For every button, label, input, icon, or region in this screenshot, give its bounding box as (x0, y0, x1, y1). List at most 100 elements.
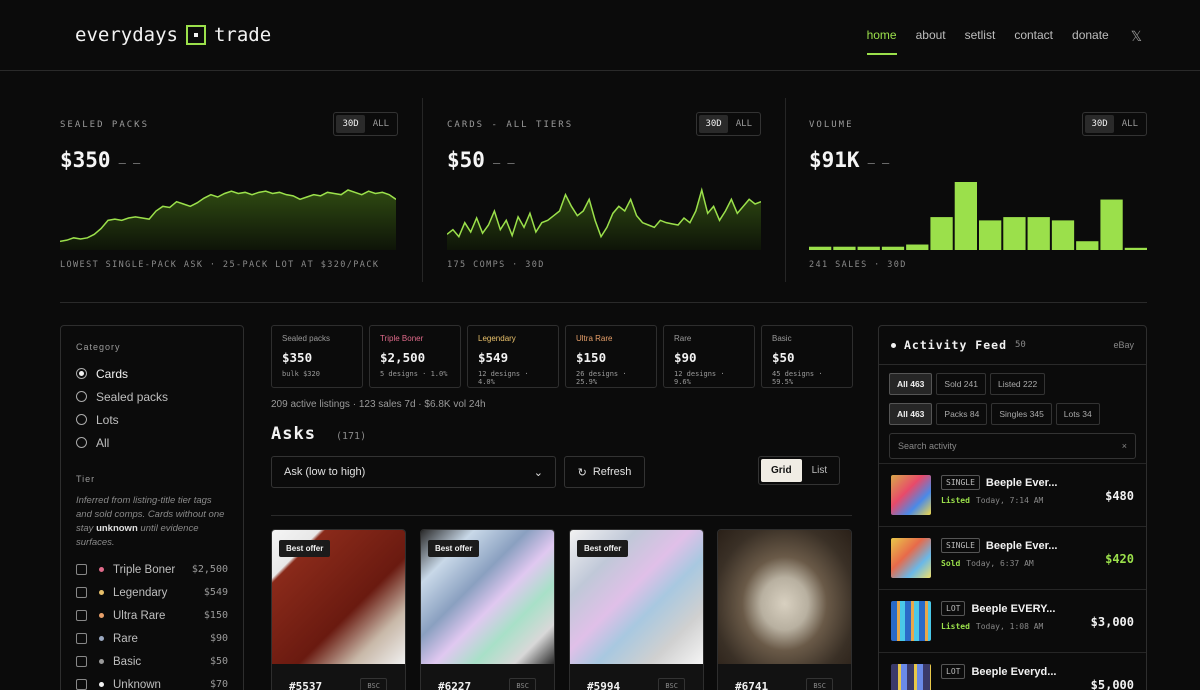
asks-count: (171) (336, 431, 367, 442)
tier-filter-row[interactable]: Triple Boner $2,500 (76, 558, 228, 581)
tier-price: $150 (203, 610, 228, 621)
feed-thumbnail (891, 538, 931, 578)
sort-select[interactable]: Ask (low to high) ⌄ (271, 456, 556, 488)
volume-bar (1003, 217, 1026, 250)
checkbox[interactable] (76, 656, 87, 667)
tier-card-value: $549 (478, 350, 509, 365)
tier-card[interactable]: Basic $50 45 designs · 59.5% (761, 325, 853, 388)
status-filter-chips: All 463 Sold 241 Listed 222 (879, 373, 1146, 395)
chip-all-types[interactable]: All 463 (889, 403, 933, 425)
range-all[interactable]: ALL (730, 115, 758, 133)
feed-item-type: SINGLE (941, 538, 980, 553)
volume-bar-chart (809, 182, 1147, 250)
search-placeholder: Search activity (898, 441, 957, 451)
tier-card[interactable]: Triple Boner $2,500 5 designs · 1.0% (369, 325, 461, 388)
range-all[interactable]: ALL (367, 115, 395, 133)
stat-footnote: 175 COMPS · 30D (447, 260, 545, 270)
nav-setlist[interactable]: setlist (965, 28, 996, 45)
card-number: #6741 (735, 680, 769, 690)
chip-sold[interactable]: Sold 241 (936, 373, 986, 395)
x-twitter-icon[interactable]: 𝕏 (1131, 28, 1142, 45)
tier-card[interactable]: Legendary $549 12 designs · 4.0% (467, 325, 559, 388)
clear-icon[interactable]: × (1122, 441, 1127, 451)
tier-filter-row[interactable]: Unknown $70 (76, 673, 228, 690)
feed-item-text: SINGLE Beeple Ever... Sold Today, 6:37 AM (941, 538, 1057, 579)
top-header: everydays trade home about setlist conta… (0, 0, 1200, 71)
view-grid[interactable]: Grid (761, 459, 802, 482)
feed-source[interactable]: eBay (1113, 340, 1134, 350)
tier-card[interactable]: Ultra Rare $150 26 designs · 25.9% (565, 325, 657, 388)
tier-filter-row[interactable]: Legendary $549 (76, 581, 228, 604)
range-all[interactable]: ALL (1116, 115, 1144, 133)
card-tag: BSC (509, 678, 536, 690)
view-list[interactable]: List (802, 459, 838, 482)
feed-item-time: Today, 7:14 AM (975, 496, 1044, 505)
chip-lots[interactable]: Lots 34 (1055, 403, 1100, 425)
refresh-button[interactable]: ↻ Refresh (564, 456, 645, 488)
tier-color-dot (99, 590, 104, 595)
logo-box-icon (185, 25, 206, 45)
tier-filter-row[interactable]: Ultra Rare $150 (76, 604, 228, 627)
checkbox[interactable] (76, 679, 87, 690)
chip-all[interactable]: All 463 (889, 373, 933, 395)
feed-item[interactable]: LOT Beeple EVERY... Listed Today, 1:08 AM … (879, 589, 1146, 653)
best-offer-badge: Best offer (279, 540, 331, 557)
tier-card-value: $350 (282, 350, 313, 365)
volume-bar (1100, 199, 1123, 250)
tier-card-sub: 26 designs · 25.9% (576, 370, 627, 386)
filter-sidebar: Category Cards Sealed packs Lots All Tie… (60, 325, 244, 690)
nav-about[interactable]: about (916, 28, 946, 45)
feed-item[interactable]: LOT Beeple Everyd... $5,000 (879, 652, 1146, 690)
category-all[interactable]: All (76, 431, 228, 454)
tier-filter-row[interactable]: Basic $50 (76, 650, 228, 673)
checkbox[interactable] (76, 610, 87, 621)
checkbox[interactable] (76, 587, 87, 598)
checkbox[interactable] (76, 564, 87, 575)
tier-card-value: $90 (674, 350, 697, 365)
listing-card[interactable]: #6741 BSC (717, 529, 852, 690)
listing-card[interactable]: Best offer #5994 BSC (569, 529, 704, 690)
tier-card-sub: 5 designs · 1.0% (380, 370, 448, 378)
nav-contact[interactable]: contact (1014, 28, 1053, 45)
stat-title: CARDS - ALL TIERS (447, 120, 574, 130)
feed-item[interactable]: SINGLE Beeple Ever... Listed Today, 7:14 A… (879, 463, 1146, 527)
stat-value-text: $91K (809, 148, 860, 172)
main-nav: home about setlist contact donate 𝕏 (866, 28, 1142, 55)
chip-listed[interactable]: Listed 222 (989, 373, 1046, 395)
chip-packs[interactable]: Packs 84 (936, 403, 988, 425)
nav-donate[interactable]: donate (1072, 28, 1109, 45)
volume-bar (833, 246, 856, 250)
nav-home[interactable]: home (866, 28, 897, 55)
range-30d[interactable]: 30D (699, 115, 728, 133)
tier-card[interactable]: Rare $90 12 designs · 9.6% (663, 325, 755, 388)
range-30d[interactable]: 30D (336, 115, 365, 133)
tier-name: Basic (113, 655, 142, 668)
tier-note-emphasis: unknown (96, 523, 138, 534)
feed-item-type: LOT (941, 601, 966, 616)
tier-filter-row[interactable]: Rare $90 (76, 627, 228, 650)
refresh-icon: ↻ (577, 466, 587, 479)
tier-card[interactable]: Sealed packs $350 bulk $320 (271, 325, 363, 388)
checkbox[interactable] (76, 633, 87, 644)
tier-card-sub: 12 designs · 9.6% (674, 370, 725, 386)
card-tag: BSC (360, 678, 387, 690)
listing-card[interactable]: Best offer #6227 BSC (420, 529, 555, 690)
tier-card-value: $50 (772, 350, 795, 365)
tier-card-value: $2,500 (380, 350, 426, 365)
volume-bar (1027, 217, 1050, 250)
listing-card[interactable]: Best offer #5537 BSC (271, 529, 406, 690)
activity-search-input[interactable]: Search activity × (889, 433, 1136, 459)
logo[interactable]: everydays trade (75, 24, 271, 46)
stat-value: $350 – – (60, 148, 140, 172)
range-30d[interactable]: 30D (1085, 115, 1114, 133)
chip-singles[interactable]: Singles 345 (991, 403, 1052, 425)
category-lots[interactable]: Lots (76, 408, 228, 431)
feed-item[interactable]: SINGLE Beeple Ever... Sold Today, 6:37 AM … (879, 526, 1146, 590)
category-cards[interactable]: Cards (76, 362, 228, 385)
feed-item-price: $480 (1105, 488, 1134, 503)
feed-count: 50 (1015, 340, 1026, 350)
category-sealed-packs[interactable]: Sealed packs (76, 385, 228, 408)
logo-text-left: everydays (75, 24, 178, 46)
card-tag: BSC (658, 678, 685, 690)
tier-summary-cards: Sealed packs $350 bulk $320 Triple Boner $2,… (271, 325, 853, 388)
